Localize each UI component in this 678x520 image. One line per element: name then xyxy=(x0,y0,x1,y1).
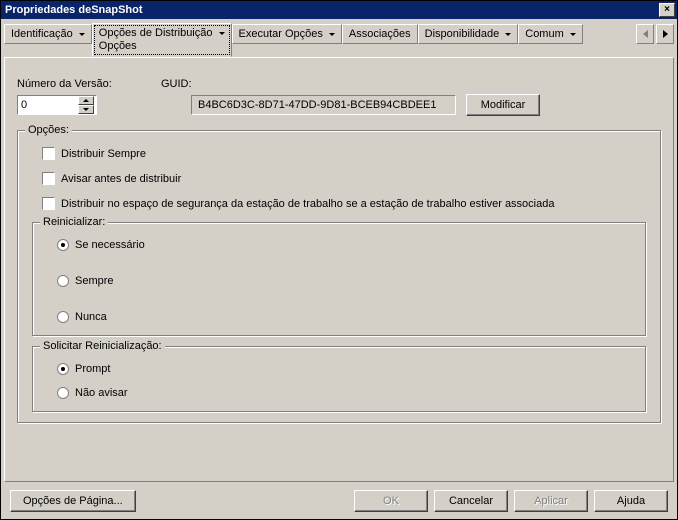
tab-associacoes[interactable]: Associações xyxy=(342,24,418,44)
tab-scroll-nav xyxy=(636,24,674,44)
spin-down-button[interactable] xyxy=(78,105,94,114)
modificar-button[interactable]: Modificar xyxy=(466,94,540,116)
close-button[interactable]: × xyxy=(659,3,675,17)
tab-scroll-left-button[interactable] xyxy=(636,24,654,44)
tab-panel: Número da Versão: GUID: B4BC6D3C-8D71-47… xyxy=(4,57,674,482)
label-numero-versao: Número da Versão: xyxy=(17,78,129,90)
titlebar: Propriedades deSnapShot × xyxy=(1,1,677,19)
tab-disponibilidade[interactable]: Disponibilidade xyxy=(418,24,519,44)
button-bar: Opções de Página... OK Cancelar Aplicar … xyxy=(4,486,674,516)
radio-se-necessario[interactable] xyxy=(57,239,69,251)
button-label: Cancelar xyxy=(449,495,493,507)
tab-label: Disponibilidade xyxy=(425,28,500,40)
checkbox-distribuir-espaco[interactable] xyxy=(42,197,55,210)
guid-value: B4BC6D3C-8D71-47DD-9D81-BCEB94CBDEE1 xyxy=(198,99,436,111)
chevron-down-icon xyxy=(570,33,576,36)
client-area: Identificação Opções de Distribuição Opç… xyxy=(4,23,674,516)
close-icon: × xyxy=(664,4,670,15)
check-distribuir-espaco-row[interactable]: Distribuir no espaço de segurança da est… xyxy=(42,197,646,210)
radio-nao-avisar[interactable] xyxy=(57,387,69,399)
group-legend: Opções: xyxy=(25,124,72,136)
radio-label: Se necessário xyxy=(75,239,145,251)
tab-label: Identificação xyxy=(11,28,73,40)
button-label: Opções de Página... xyxy=(23,495,123,507)
radio-sempre-row[interactable]: Sempre xyxy=(57,275,631,287)
radio-prompt[interactable] xyxy=(57,363,69,375)
radio-label: Nunca xyxy=(75,311,107,323)
aplicar-button[interactable]: Aplicar xyxy=(514,490,588,512)
window-title: Propriedades deSnapShot xyxy=(5,4,143,16)
chevron-down-icon xyxy=(219,32,225,35)
checkbox-avisar-antes[interactable] xyxy=(42,172,55,185)
radio-prompt-row[interactable]: Prompt xyxy=(57,363,631,375)
check-label: Distribuir Sempre xyxy=(61,148,146,160)
tab-sublabel: Opções xyxy=(99,40,137,52)
tab-executar-opcoes[interactable]: Executar Opções xyxy=(232,24,342,44)
radio-label: Sempre xyxy=(75,275,114,287)
version-input[interactable] xyxy=(18,96,78,114)
tab-identificacao[interactable]: Identificação xyxy=(4,24,92,44)
tab-scroll-right-button[interactable] xyxy=(656,24,674,44)
window: Propriedades deSnapShot × Identificação … xyxy=(0,0,678,520)
tab-label: Associações xyxy=(349,28,411,40)
ajuda-button[interactable]: Ajuda xyxy=(594,490,668,512)
button-label: Ajuda xyxy=(617,495,645,507)
button-label: Modificar xyxy=(481,99,526,111)
group-solicitar: Solicitar Reinicialização: Prompt Não av… xyxy=(32,346,646,412)
radio-nunca-row[interactable]: Nunca xyxy=(57,311,631,323)
guid-field: B4BC6D3C-8D71-47DD-9D81-BCEB94CBDEE1 xyxy=(191,95,456,115)
group-opcoes: Opções: Distribuir Sempre Avisar antes d… xyxy=(17,130,661,423)
chevron-down-icon xyxy=(505,33,511,36)
radio-nao-avisar-row[interactable]: Não avisar xyxy=(57,387,631,399)
check-label: Avisar antes de distribuir xyxy=(61,173,181,185)
tab-strip: Identificação Opções de Distribuição Opç… xyxy=(4,23,674,57)
ok-button[interactable]: OK xyxy=(354,490,428,512)
label-guid: GUID: xyxy=(161,78,192,90)
radio-label: Não avisar xyxy=(75,387,128,399)
chevron-right-icon xyxy=(663,30,668,38)
chevron-down-icon xyxy=(79,33,85,36)
chevron-down-icon xyxy=(329,33,335,36)
check-label: Distribuir no espaço de segurança da est… xyxy=(61,198,554,210)
radio-label: Prompt xyxy=(75,363,110,375)
group-legend: Solicitar Reinicialização: xyxy=(40,340,165,352)
opcoes-pagina-button[interactable]: Opções de Página... xyxy=(10,490,136,512)
group-legend: Reinicializar: xyxy=(40,216,108,228)
cancelar-button[interactable]: Cancelar xyxy=(434,490,508,512)
group-reinicializar: Reinicializar: Se necessário Sempre Nunc… xyxy=(32,222,646,336)
button-label: Aplicar xyxy=(534,495,568,507)
tab-label: Opções de Distribuição xyxy=(99,27,213,39)
tab-comum[interactable]: Comum xyxy=(518,24,583,44)
tab-label: Executar Opções xyxy=(239,28,323,40)
check-distribuir-sempre-row[interactable]: Distribuir Sempre xyxy=(42,147,646,160)
version-stepper[interactable] xyxy=(17,95,97,115)
checkbox-distribuir-sempre[interactable] xyxy=(42,147,55,160)
radio-sempre[interactable] xyxy=(57,275,69,287)
radio-nunca[interactable] xyxy=(57,311,69,323)
radio-se-necessario-row[interactable]: Se necessário xyxy=(57,239,631,251)
button-label: OK xyxy=(383,495,399,507)
spin-up-button[interactable] xyxy=(78,96,94,105)
tab-opcoes-distribuicao[interactable]: Opções de Distribuição Opções xyxy=(92,23,232,57)
check-avisar-antes-row[interactable]: Avisar antes de distribuir xyxy=(42,172,646,185)
tab-label: Comum xyxy=(525,28,564,40)
chevron-left-icon xyxy=(643,30,648,38)
